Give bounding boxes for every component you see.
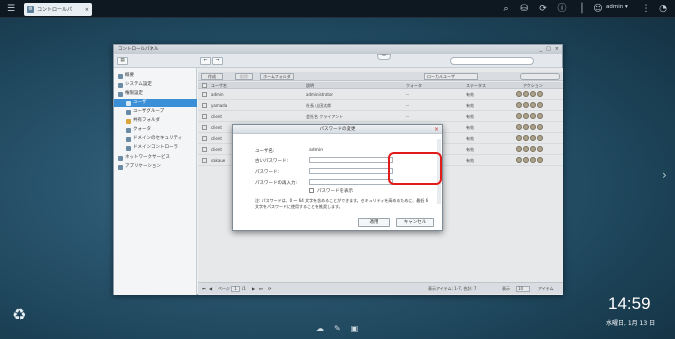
folder-icon (126, 118, 131, 124)
old-password-label: 古いパスワード: (255, 159, 289, 164)
window-toolbar: ▤ ← → ︾ (114, 54, 562, 68)
sidebar-item-label: クォータ (133, 127, 151, 132)
sidebar-item-label: ドメインコントローラ (133, 145, 178, 150)
sidebar-item-shared-folders[interactable]: 共有フォルダ (114, 117, 197, 125)
sidebar-item-domain-controller[interactable]: ドメインコントローラ (114, 144, 197, 152)
separator-icon: │ (579, 4, 585, 14)
external-device-icon[interactable]: ⟳ (537, 3, 549, 15)
minimize-button[interactable]: _ (540, 46, 543, 52)
sidebar-item-label: ドメインのセキュリティ (133, 136, 183, 141)
network-services-icon (118, 155, 123, 161)
background-task-icon[interactable]: ⛁ (518, 3, 530, 15)
top-bar: ☰ ⚙ コントロールパ × ⌕ ⛁ ⟳ ⓘ │ ☺ admin ▾ ⋮ ◔ (0, 0, 675, 18)
sidebar-item-user-groups[interactable]: ユーザグループ (114, 108, 197, 116)
privilege-icon (118, 91, 123, 97)
dialog-title: パスワードの変更 (233, 125, 442, 134)
old-password-input[interactable] (309, 157, 393, 163)
dashboard-icon[interactable]: ◔ (657, 3, 669, 15)
dock-apps-icon[interactable]: ▣ (351, 324, 359, 333)
new-password-input[interactable] (309, 168, 393, 174)
sidebar-item-users[interactable]: ユーザ (114, 99, 197, 107)
username-label: ユーザ名: (255, 149, 275, 154)
sidebar: 概要 システム設定 権限設定 ユーザ ユーザグループ 共有フォルダ クォータ ド… (114, 68, 197, 295)
show-password-checkbox[interactable] (309, 188, 314, 193)
more-options-icon[interactable]: ⋮ (640, 3, 652, 15)
password-note: 注: パスワードは、0 ～ 64 文字を含めることができます。セキュリティを高め… (255, 198, 429, 209)
sidebar-item-privilege[interactable]: 権限設定 (114, 90, 197, 98)
clock-time: 14:59 (608, 294, 651, 313)
sidebar-item-label: 概要 (125, 73, 134, 78)
sidebar-item-label: 権限設定 (125, 91, 143, 96)
home-button[interactable]: ▤ (117, 57, 128, 65)
cancel-button[interactable]: キャンセル (396, 218, 434, 227)
sidebar-item-label: ユーザ (133, 100, 147, 105)
hamburger-icon[interactable]: ☰ (5, 3, 17, 15)
app-tab-close-icon[interactable]: × (85, 7, 89, 13)
user-avatar-icon[interactable]: ☺ (592, 3, 604, 15)
forward-button[interactable]: → (212, 57, 223, 65)
collapse-chevron-icon[interactable]: ︾ (377, 54, 391, 60)
applications-icon (118, 164, 123, 170)
show-password-label: パスワードを表示 (317, 189, 353, 194)
back-button[interactable]: ← (200, 57, 211, 65)
bottom-dock: ☁ ✎ ▣ (316, 324, 358, 333)
new-password-label: パスワード: (255, 170, 280, 175)
username-value: admin (309, 148, 324, 153)
apply-button[interactable]: 適用 (358, 218, 390, 227)
close-window-button[interactable]: × (555, 46, 559, 52)
sidebar-item-system-settings[interactable]: システム設定 (114, 81, 197, 89)
window-title: コントロールパネル (114, 45, 562, 54)
sidebar-item-overview[interactable]: 概要 (114, 72, 197, 80)
dock-cloud-icon[interactable]: ☁ (316, 324, 324, 333)
user-menu[interactable]: admin ▾ (606, 4, 628, 10)
domain-security-icon (126, 136, 131, 142)
search-icon[interactable]: ⌕ (500, 3, 512, 15)
next-desktop-chevron-icon[interactable]: › (662, 168, 667, 182)
confirm-password-input[interactable] (309, 179, 393, 185)
users-icon (126, 100, 131, 106)
dock-tools-icon[interactable]: ✎ (334, 324, 341, 333)
quota-icon (126, 127, 131, 133)
sidebar-item-label: ユーザグループ (133, 109, 165, 114)
sidebar-item-quota[interactable]: クォータ (114, 126, 197, 134)
sidebar-item-domain-security[interactable]: ドメインのセキュリティ (114, 135, 197, 143)
sidebar-item-label: アプリケーション (125, 164, 161, 169)
domain-controller-icon (126, 145, 131, 151)
sidebar-item-label: システム設定 (125, 82, 152, 87)
sidebar-item-label: 共有フォルダ (133, 118, 160, 123)
sidebar-item-network-services[interactable]: ネットワークサービス (114, 154, 197, 162)
system-settings-icon (118, 82, 123, 88)
app-tab-label: コントロールパ (37, 7, 73, 13)
sidebar-item-label: ネットワークサービス (125, 155, 170, 160)
event-notification-icon[interactable]: ⓘ (556, 3, 568, 15)
overview-icon (118, 73, 123, 79)
password-fields-highlight (388, 152, 442, 185)
recycle-bin-icon[interactable]: ♻ (12, 305, 30, 327)
control-panel-icon: ⚙ (27, 6, 34, 13)
sidebar-item-applications[interactable]: アプリケーション (114, 163, 197, 171)
clock-date: 水曜日, 1月 13 日 (606, 320, 656, 327)
toolbar-search-input[interactable] (450, 57, 534, 65)
maximize-button[interactable]: □ (546, 46, 551, 52)
dialog-close-button[interactable]: × (434, 125, 439, 134)
app-tab-control-panel[interactable]: ⚙ コントロールパ × (24, 3, 92, 16)
user-groups-icon (126, 109, 131, 115)
confirm-password-label: パスワードの再入力: (255, 181, 298, 186)
